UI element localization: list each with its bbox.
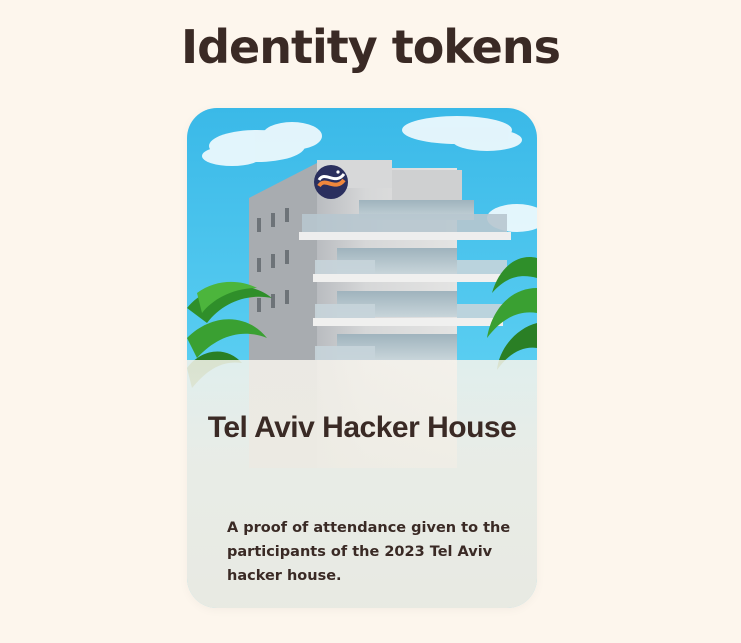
identity-token-card[interactable]: Tel Aviv Hacker House A proof of attenda… (187, 108, 537, 608)
page: Identity tokens Tel Aviv Hacker House A … (0, 0, 741, 643)
token-description: A proof of attendance given to the parti… (227, 520, 511, 584)
token-title: Tel Aviv Hacker House (207, 411, 517, 444)
page-title: Identity tokens (180, 20, 561, 74)
